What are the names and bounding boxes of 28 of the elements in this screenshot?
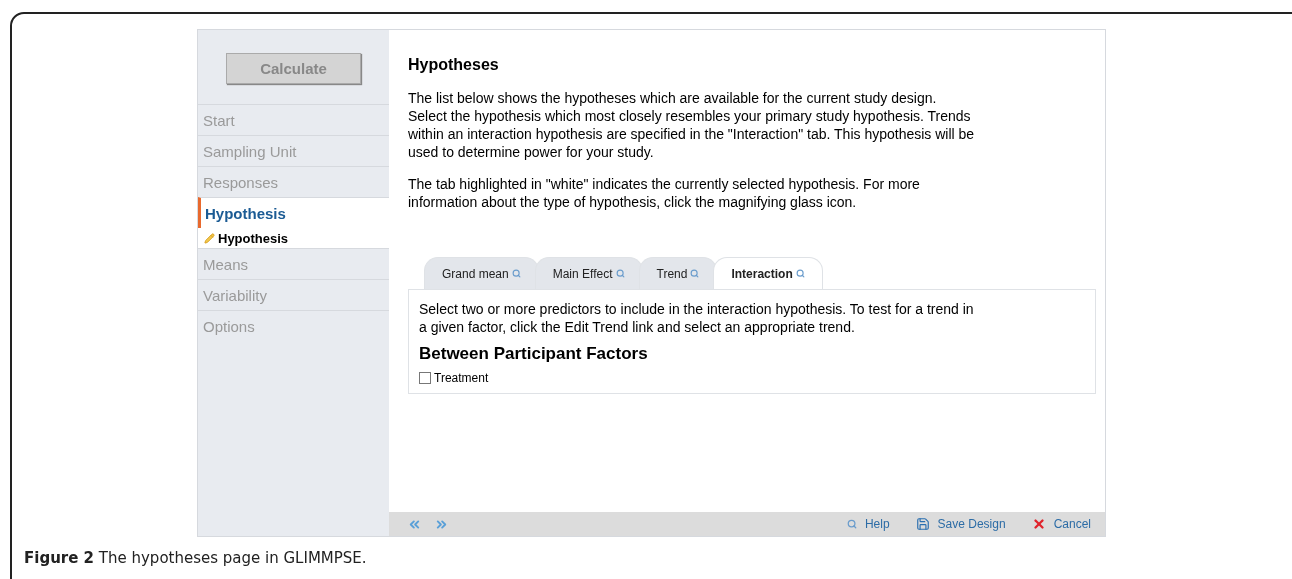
section-heading: Between Participant Factors xyxy=(419,344,649,364)
calculate-button[interactable]: Calculate xyxy=(226,53,361,84)
sidebar-item[interactable]: Options xyxy=(198,310,389,341)
pencil-icon xyxy=(204,232,215,244)
hypothesis-tab[interactable]: Interaction xyxy=(713,257,823,289)
sidebar-item[interactable]: Sampling Unit xyxy=(198,135,389,166)
sidebar-item[interactable]: Variability xyxy=(198,279,389,310)
description-text: The list below shows the hypotheses which are available for the current study design. Select the hypothesis which most closely resembles your primary study hypothesis. Trends within an interaction hypothesis are specified in the "Interaction" tab. This hypothesis will be used to determine power for your study. xyxy=(408,89,976,161)
page-title: Hypotheses xyxy=(408,56,500,74)
instructions-text: Select two or more predictors to include in the interaction hypothesis. To test for a trend in a given factor, click the Edit Trend link and select an appropriate trend. xyxy=(419,300,975,336)
search-icon xyxy=(615,269,625,278)
hypothesis-tab[interactable]: Main Effect xyxy=(534,257,643,289)
search-icon xyxy=(846,519,857,529)
checkbox[interactable] xyxy=(419,372,431,384)
sidebar-item[interactable]: Start xyxy=(198,104,389,135)
checkbox-label: Treatment xyxy=(434,371,489,385)
footer-link[interactable]: Cancel xyxy=(1053,517,1091,531)
sidebar-item[interactable]: Means xyxy=(198,248,389,279)
footer-link[interactable]: Save Design xyxy=(937,517,1006,531)
sidebar-item[interactable]: Hypothesis xyxy=(198,197,389,228)
hypothesis-tab[interactable]: Grand mean xyxy=(424,257,539,289)
footer-link[interactable]: Help xyxy=(864,517,890,531)
search-icon xyxy=(511,269,521,278)
close-icon xyxy=(1031,517,1046,531)
search-icon xyxy=(795,269,805,278)
search-icon xyxy=(690,269,700,278)
figure-caption: Figure 2 The hypotheses page in GLIMMPSE. xyxy=(24,549,368,567)
description-text: The tab highlighted in "white" indicates the currently selected hypothesis. For more information about the type of hypothesis, click the magnifying glass icon. xyxy=(408,175,921,211)
